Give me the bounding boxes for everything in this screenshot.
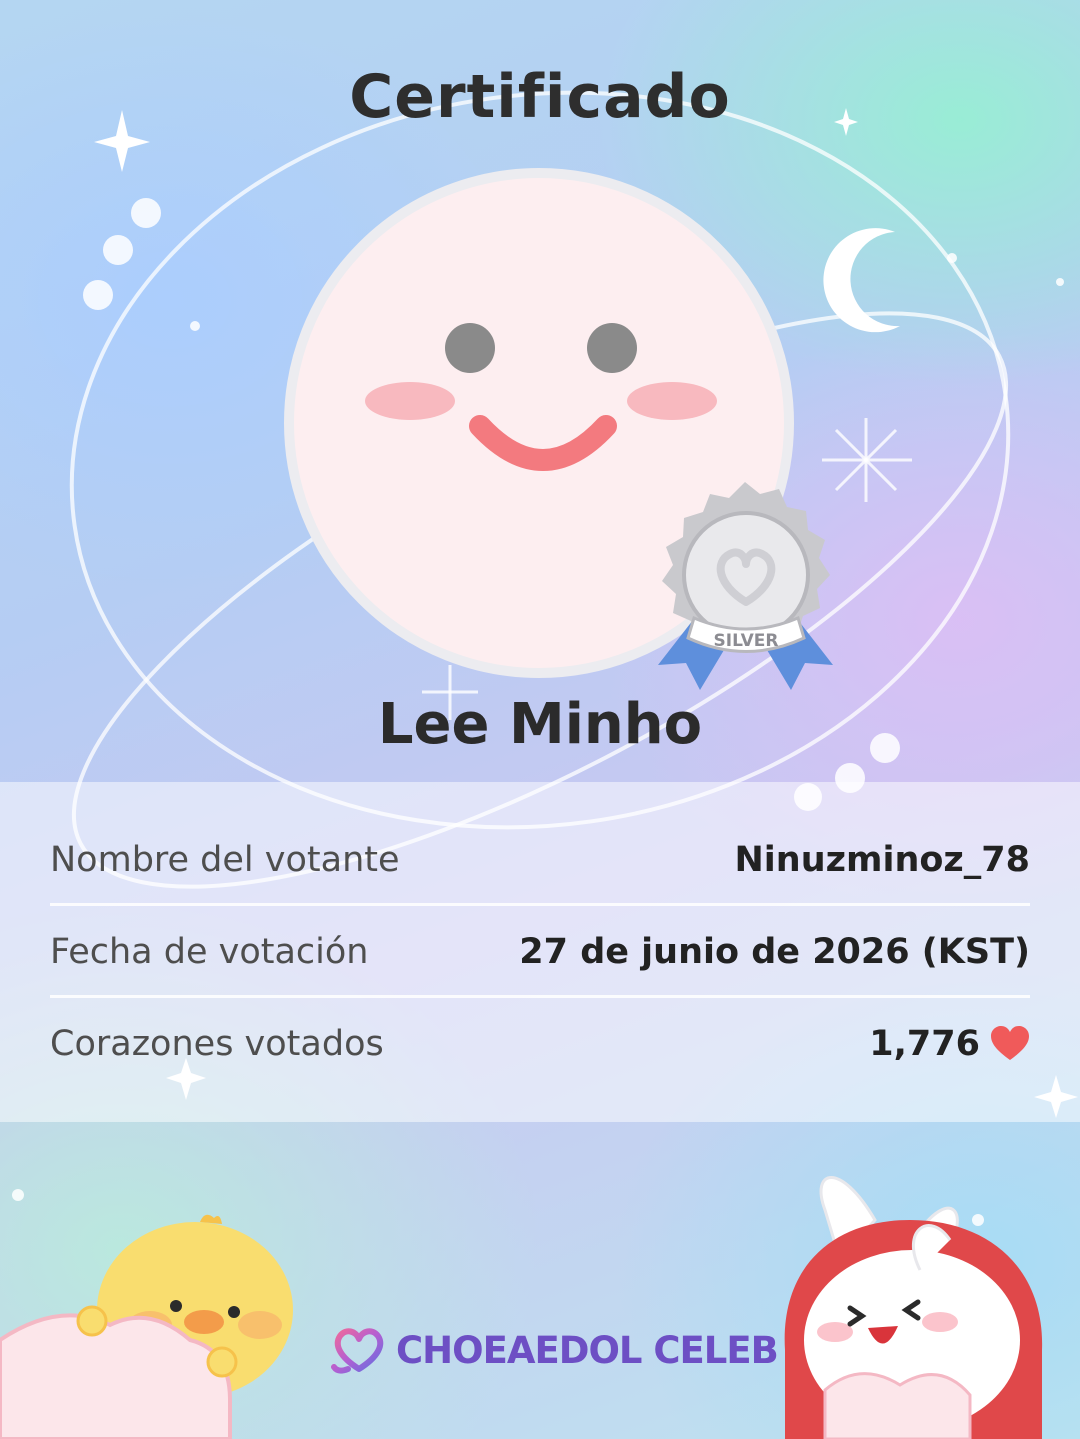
medal-label: SILVER — [714, 631, 779, 651]
brand-name: CHOEAEDOL CELEB — [396, 1328, 779, 1372]
hearts-voted-row: Corazones votados 1,776 — [50, 998, 1030, 1090]
voter-name-row: Nombre del votante Ninuzminoz_78 — [50, 814, 1030, 906]
certificate-page: Certificado SILVER Lee Minho Nombre del … — [0, 0, 1080, 1439]
hearts-voted-label: Corazones votados — [50, 1024, 384, 1064]
voter-name-value: Ninuzminoz_78 — [734, 840, 1030, 880]
choeaedol-logo-icon — [331, 1328, 384, 1374]
vote-date-label: Fecha de votación — [50, 932, 369, 972]
brand-logo: CHOEAEDOL CELEB — [330, 1322, 779, 1378]
vote-date-row: Fecha de votación 27 de junio de 2026 (K… — [50, 906, 1030, 998]
hearts-voted-value: 1,776 — [869, 1024, 980, 1064]
bunny-character-icon — [784, 1176, 1043, 1439]
heart-icon — [991, 1026, 1029, 1060]
hearts-voted-value-group: 1,776 — [869, 1024, 1030, 1064]
silver-medal-icon: SILVER — [658, 482, 833, 690]
certificate-title: Certificado — [349, 62, 731, 132]
vote-date-value: 27 de junio de 2026 (KST) — [519, 932, 1030, 972]
celebrity-name: Lee Minho — [377, 692, 703, 757]
voter-name-label: Nombre del votante — [50, 840, 400, 880]
chick-character-icon — [0, 1214, 293, 1439]
